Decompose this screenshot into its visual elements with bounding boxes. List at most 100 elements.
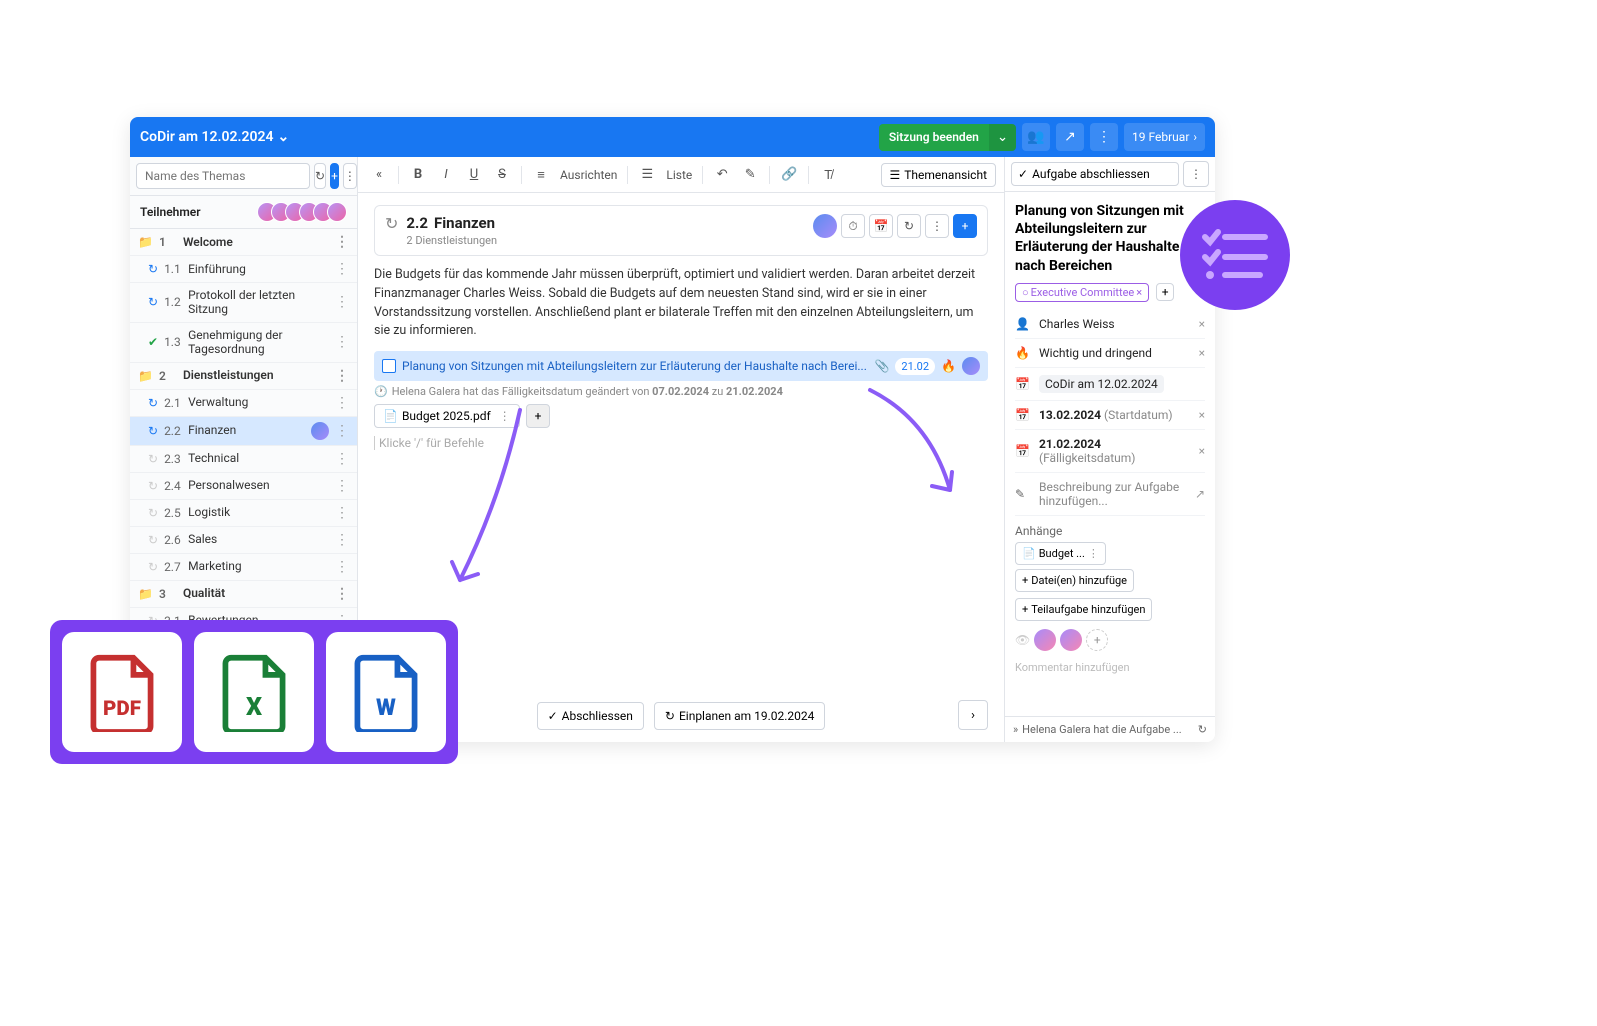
date-nav-button[interactable]: 19 Februar› — [1124, 123, 1205, 151]
complete-button[interactable]: ✓Abschliessen — [537, 702, 644, 730]
more-icon[interactable]: ⋮ — [925, 214, 949, 238]
people-icon[interactable]: 👥 — [1022, 123, 1050, 151]
tree-item[interactable]: ↻1.1Einführung⋮ — [130, 256, 357, 283]
link-icon[interactable]: 🔗 — [776, 162, 802, 188]
section-quality[interactable]: 📁3Qualität⋮ — [130, 581, 357, 608]
due-date-row[interactable]: 📅21.02.2024 (Fälligkeitsdatum)× — [1015, 430, 1205, 473]
priority-icon: 🔥 — [941, 359, 956, 373]
history-icon: 🕐 — [374, 385, 388, 398]
section-welcome[interactable]: 📁1Welcome⋮ — [130, 229, 357, 256]
tree-item[interactable]: ✔1.3Genehmigung der Tagesordnung⋮ — [130, 323, 357, 363]
tree-item-active[interactable]: ↻2.2Finanzen⋮ — [130, 417, 357, 446]
watcher-avatar[interactable] — [1060, 629, 1082, 651]
tree-item[interactable]: ↻2.6Sales⋮ — [130, 527, 357, 554]
participants-row[interactable]: Teilnehmer — [130, 196, 357, 229]
task-card[interactable]: Planung von Sitzungen mit Abteilungsleit… — [374, 351, 988, 381]
end-session-dropdown[interactable]: ⌄ — [989, 124, 1016, 151]
remove-icon[interactable]: × — [1199, 444, 1205, 458]
erase-icon[interactable]: ✎ — [737, 162, 763, 188]
calendar-icon: 📅 — [1015, 377, 1031, 391]
pdf-icon: 📄 — [383, 409, 398, 423]
avatar-icon: 👤 — [1015, 317, 1031, 331]
complete-task-button[interactable]: ✓Aufgabe abschliessen — [1011, 162, 1179, 186]
add-watcher-button[interactable]: + — [1086, 629, 1108, 651]
tree-item[interactable]: ↻2.1Verwaltung⋮ — [130, 390, 357, 417]
align-icon[interactable]: ≡ — [528, 162, 554, 188]
tree-item[interactable]: ↻2.3Technical⋮ — [130, 446, 357, 473]
add-subtask-button[interactable]: + Teilaufgabe hinzufügen — [1015, 598, 1152, 621]
annotation-arrow — [850, 380, 970, 510]
more-icon[interactable]: ⋮ — [1090, 123, 1118, 151]
chevron-down-icon: ⌄ — [277, 129, 289, 145]
svg-text:W: W — [376, 694, 396, 721]
italic-icon[interactable]: I — [433, 162, 459, 188]
theme-view-button[interactable]: ☰Themenansicht — [881, 163, 997, 187]
task-assignee-avatar — [962, 357, 980, 375]
underline-icon[interactable]: U — [461, 162, 487, 188]
start-date-row[interactable]: 📅13.02.2024 (Startdatum)× — [1015, 401, 1205, 430]
add-tag-button[interactable]: + — [1156, 283, 1174, 301]
clear-format-icon[interactable]: T̸ — [815, 162, 841, 188]
check-icon: ✓ — [1018, 167, 1028, 181]
add-topic-button[interactable]: + — [330, 163, 339, 189]
svg-text:X: X — [246, 693, 262, 722]
remove-icon[interactable]: × — [1199, 408, 1205, 422]
calendar-icon[interactable]: 📅 — [869, 214, 893, 238]
task-due-chip: 21.02 — [895, 358, 935, 375]
meeting-row[interactable]: 📅CoDir am 12.02.2024 — [1015, 368, 1205, 401]
assignee-avatar[interactable] — [813, 214, 837, 238]
align-label[interactable]: Ausrichten — [556, 168, 621, 182]
expand-icon[interactable]: ↗ — [1195, 487, 1205, 501]
file-types-badge: PDF X W — [50, 620, 458, 764]
priority-row[interactable]: 🔥Wichtig und dringend× — [1015, 339, 1205, 368]
visibility-icon[interactable]: 👁 — [1015, 633, 1030, 647]
comment-placeholder[interactable]: Kommentar hinzufügen — [1015, 661, 1205, 674]
refresh-icon[interactable]: ↻ — [314, 163, 326, 189]
refresh-icon: ↻ — [665, 709, 675, 723]
next-topic-button[interactable]: › — [958, 700, 988, 730]
history-icon: ↻ — [1198, 723, 1207, 736]
check-icon: ✓ — [548, 709, 558, 723]
add-file-button[interactable]: + Datei(en) hinzufüge — [1015, 569, 1134, 592]
undo-icon[interactable]: ↶ — [709, 162, 735, 188]
activity-footer[interactable]: »Helena Galera hat die Aufgabe ...↻ — [1005, 716, 1215, 742]
calendar-icon: 📅 — [1015, 408, 1031, 422]
attachment-pill[interactable]: 📄Budget ...⋮ — [1015, 542, 1106, 565]
end-session-button[interactable]: Sitzung beenden — [879, 124, 989, 151]
sidebar-more-icon[interactable]: ⋮ — [343, 163, 357, 189]
schedule-button[interactable]: ↻Einplanen am 19.02.2024 — [654, 702, 826, 730]
assignee-row[interactable]: 👤Charles Weiss× — [1015, 310, 1205, 339]
bold-icon[interactable]: B — [405, 162, 431, 188]
topic-number: 2.2 — [406, 214, 428, 232]
refresh-icon[interactable]: ↻ — [897, 214, 921, 238]
participants-avatars — [263, 202, 347, 222]
checklist-badge — [1180, 200, 1290, 310]
remove-icon[interactable]: × — [1199, 346, 1205, 360]
topic-breadcrumb[interactable]: 2 Dienstleistungen — [406, 234, 805, 247]
timer-icon[interactable]: ⏱ — [841, 214, 865, 238]
tag-chip[interactable]: ○ Executive Committee × — [1015, 283, 1149, 302]
remove-icon[interactable]: × — [1199, 317, 1205, 331]
panel-more-icon[interactable]: ⋮ — [1183, 161, 1209, 187]
collapse-icon[interactable]: « — [366, 162, 392, 188]
attachment-icon: 📎 — [874, 359, 889, 373]
add-icon[interactable]: + — [953, 214, 977, 238]
meeting-title[interactable]: CoDir am 12.02.2024 ⌄ — [140, 129, 879, 145]
tree-item[interactable]: ↻2.4Personalwesen⋮ — [130, 473, 357, 500]
calendar-icon: 📅 — [1015, 444, 1031, 458]
topic-body-text[interactable]: Die Budgets für das kommende Jahr müssen… — [374, 266, 988, 341]
description-row[interactable]: ✎Beschreibung zur Aufgabe hinzufügen...↗ — [1015, 473, 1205, 516]
task-checkbox[interactable] — [382, 359, 396, 373]
list-icon[interactable]: ☰ — [634, 162, 660, 188]
topic-name-input[interactable] — [136, 163, 310, 189]
strike-icon[interactable]: S — [489, 162, 515, 188]
tree-item[interactable]: ↻1.2Protokoll der letzten Sitzung⋮ — [130, 283, 357, 323]
svg-text:PDF: PDF — [103, 697, 141, 721]
watcher-avatar[interactable] — [1034, 629, 1056, 651]
list-label[interactable]: Liste — [662, 168, 696, 182]
tree-item[interactable]: ↻2.5Logistik⋮ — [130, 500, 357, 527]
pdf-icon: 📄 — [1022, 547, 1036, 560]
share-icon[interactable]: ↗ — [1056, 123, 1084, 151]
section-services[interactable]: 📁2Dienstleistungen⋮ — [130, 363, 357, 390]
tree-item[interactable]: ↻2.7Marketing⋮ — [130, 554, 357, 581]
